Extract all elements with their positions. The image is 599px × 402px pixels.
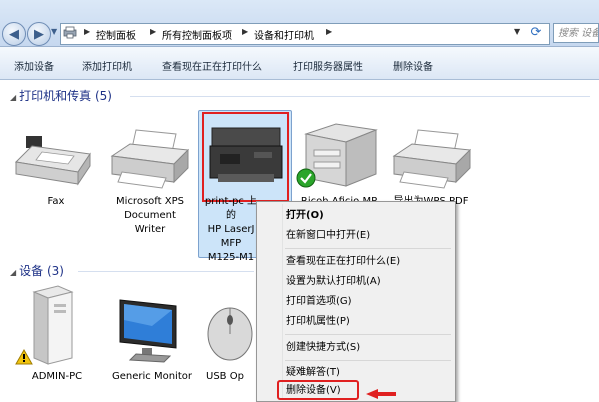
collapse-arrow-icon[interactable]: ◢ [10, 93, 16, 102]
mouse-icon[interactable] [200, 298, 260, 364]
fax-icon[interactable] [12, 132, 98, 192]
device-label-hp: print-pc 上的 HP LaserJ MFP M125-M1 [204, 196, 258, 263]
device-label-xps: Microsoft XPS Document Writer [116, 196, 184, 235]
add-printer-button[interactable]: 添加打印机 [82, 58, 132, 73]
back-button[interactable]: ◀ [2, 22, 26, 46]
forward-button[interactable]: ▶ [27, 22, 51, 46]
breadcrumb-control-panel[interactable]: 控制面板 [96, 27, 136, 42]
breadcrumb-separator-icon[interactable]: ▶ [242, 27, 248, 36]
breadcrumb-separator-icon[interactable]: ▶ [84, 27, 90, 36]
menu-item-printer-properties[interactable]: 打印机属性(P) [286, 313, 350, 331]
print-server-properties-button[interactable]: 打印服务器属性 [293, 58, 363, 73]
printers-group-header[interactable]: ◢ 打印机和传真 (5) [10, 87, 112, 104]
breadcrumb-separator-icon[interactable]: ▶ [326, 27, 332, 36]
devices-group-header[interactable]: ◢ 设备 (3) [10, 262, 64, 279]
device-label-monitor: Generic Monitor [112, 371, 192, 382]
breadcrumb-devices-printers[interactable]: 设备和打印机 [254, 27, 314, 42]
group-divider [78, 271, 254, 272]
monitor-icon[interactable] [112, 296, 188, 368]
see-printing-button[interactable]: 查看现在正在打印什么 [162, 58, 262, 73]
refresh-icon[interactable]: ⟳ [527, 24, 545, 42]
breadcrumb-separator-icon[interactable]: ▶ [150, 27, 156, 36]
context-menu: 打开(O) 在新窗口中打开(E) 查看现在正在打印什么(E) 设置为默认打印机(… [256, 201, 456, 402]
menu-item-open-new-window[interactable]: 在新窗口中打开(E) [286, 227, 370, 245]
menu-item-open[interactable]: 打开(O) [286, 207, 324, 225]
menu-item-create-shortcut[interactable]: 创建快捷方式(S) [286, 339, 360, 357]
device-label-admin-pc: ADMIN-PC [31, 371, 83, 382]
menu-separator [285, 360, 451, 361]
device-label-fax: Fax [47, 196, 65, 207]
remove-device-button[interactable]: 删除设备 [393, 58, 433, 73]
menu-item-see-printing[interactable]: 查看现在正在打印什么(E) [286, 253, 400, 271]
device-label-usb: USB Op [206, 371, 244, 382]
red-arrow-icon [366, 389, 396, 399]
address-bar: ◀ ▶ ▼ ▶ 控制面板 ▶ 所有控制面板项 ▶ 设备和打印机 ▶ ▼ ⟳ 搜索… [0, 0, 599, 47]
menu-item-printing-preferences[interactable]: 打印首选项(G) [286, 293, 352, 311]
forward-arrow-icon: ▶ [34, 26, 44, 42]
menu-item-set-default[interactable]: 设置为默认打印机(A) [286, 273, 381, 291]
breadcrumb-all-items[interactable]: 所有控制面板项 [162, 27, 232, 42]
add-device-button[interactable]: 添加设备 [14, 58, 54, 73]
group-divider [130, 96, 590, 97]
search-input[interactable]: 搜索 设备和打 [553, 23, 599, 43]
collapse-arrow-icon[interactable]: ◢ [10, 268, 16, 277]
remove-device-red-highlight [277, 380, 359, 400]
menu-gutter [282, 204, 283, 400]
printer-icon[interactable] [388, 126, 474, 192]
copier-icon[interactable] [296, 120, 382, 194]
menu-separator [285, 248, 451, 249]
printer-icon[interactable] [106, 126, 192, 192]
selection-red-frame [202, 112, 289, 202]
command-bar: 添加设备 添加打印机 查看现在正在打印什么 打印服务器属性 删除设备 [0, 47, 599, 80]
menu-separator [285, 334, 451, 335]
history-dropdown-icon[interactable]: ▼ [51, 27, 57, 36]
computer-tower-icon[interactable] [14, 284, 84, 368]
address-dropdown-icon[interactable]: ▼ [514, 27, 520, 36]
back-arrow-icon: ◀ [9, 26, 19, 42]
devices-printers-icon [63, 26, 77, 39]
